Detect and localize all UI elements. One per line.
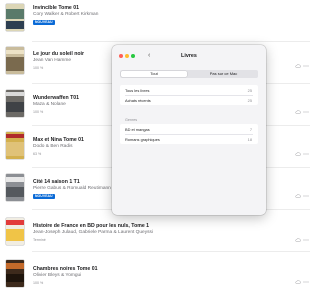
genre-label: Romans graphiques <box>125 137 160 142</box>
book-title[interactable]: Cité 14 saison 1 T1 <box>33 179 80 185</box>
new-badge: NOUVEAU <box>33 20 55 25</box>
book-cover[interactable] <box>6 47 24 74</box>
reading-progress: 100 % <box>33 66 44 70</box>
tab-pas-sur-ce-mac[interactable]: Pas sur ce Mac <box>190 71 257 77</box>
book-title[interactable]: Le jour du soleil noir <box>33 51 84 57</box>
genre-row-bd[interactable]: BD et mangas 7 <box>120 124 258 134</box>
genre-count: 18 <box>247 137 252 142</box>
book-cover[interactable] <box>6 218 24 245</box>
book-cover[interactable] <box>6 260 24 287</box>
book-author: Cory Walker & Robert Kirkman <box>33 12 99 17</box>
cloud-download-icon[interactable] <box>295 280 301 284</box>
new-badge: NOUVEAU <box>33 194 55 199</box>
more-dots-icon[interactable] <box>303 195 309 197</box>
collection-row-all[interactable]: Tous les livres 25 <box>120 85 258 95</box>
more-dots-icon[interactable] <box>303 281 309 283</box>
more-dots-icon[interactable] <box>303 65 309 67</box>
book-title[interactable]: Chambres noires Tome 01 <box>33 266 97 272</box>
reading-progress: 100 % <box>33 110 44 114</box>
book-cover[interactable] <box>6 4 24 31</box>
genres-header: Genres <box>125 118 138 122</box>
tab-tout[interactable]: Tout <box>121 71 187 77</box>
more-dots-icon[interactable] <box>303 111 309 113</box>
genre-row-romans[interactable]: Romans graphiques 18 <box>120 134 258 144</box>
collections-group: Tous les livres 25 Achats récents 25 <box>120 85 258 105</box>
library-filter-panel: ‹ Livres Tout Pas sur ce Mac Tous les li… <box>112 45 266 215</box>
book-author: Jean Van Hamme <box>33 58 72 63</box>
book-author: Olivier Bleys & Yomgui <box>33 273 82 278</box>
cloud-download-icon[interactable] <box>295 152 301 156</box>
panel-title: Livres <box>181 53 197 59</box>
cloud-download-icon[interactable] <box>295 110 301 114</box>
cloud-download-icon[interactable] <box>295 238 301 242</box>
book-cover[interactable] <box>6 174 24 201</box>
reading-progress: 100 % <box>33 281 44 285</box>
book-title[interactable]: Histoire de France en BD pour les nuls, … <box>33 223 149 229</box>
book-title[interactable]: Wunderwaffen T01 <box>33 95 79 101</box>
book-cover[interactable] <box>6 132 24 159</box>
collection-label: Tous les livres <box>125 88 150 93</box>
book-title[interactable]: Max et Nina Tome 01 <box>33 137 84 143</box>
genres-group: BD et mangas 7 Romans graphiques 18 <box>120 124 258 144</box>
book-row[interactable]: Chambres noires Tome 01 Olivier Bleys & … <box>0 252 314 300</box>
more-dots-icon[interactable] <box>303 239 309 241</box>
book-row[interactable]: Histoire de France en BD pour les nuls, … <box>0 210 314 252</box>
book-author: Maza & Nolane <box>33 102 66 107</box>
book-author: Jean-Joseph Julaud, Gabriele Parma & Lau… <box>33 230 153 235</box>
collection-count: 25 <box>247 88 252 93</box>
reading-progress: 63 % <box>33 152 42 156</box>
collection-label: Achats récents <box>125 98 151 103</box>
book-author: Dodo & Ben Radis <box>33 144 73 149</box>
collection-count: 25 <box>247 98 252 103</box>
more-dots-icon[interactable] <box>303 153 309 155</box>
genre-label: BD et mangas <box>125 127 150 132</box>
cloud-download-icon[interactable] <box>295 194 301 198</box>
book-cover[interactable] <box>6 90 24 117</box>
cloud-download-icon[interactable] <box>295 64 301 68</box>
filter-segmented-control: Tout Pas sur ce Mac <box>120 70 258 78</box>
reading-progress: Terminé <box>33 238 46 242</box>
collection-row-recent[interactable]: Achats récents 25 <box>120 95 258 105</box>
book-author: Pierre Gabus & Romuald Reutimann <box>33 186 111 191</box>
book-title[interactable]: Invincible Tome 01 <box>33 5 79 11</box>
genre-count: 7 <box>249 127 252 132</box>
book-row[interactable]: Invincible Tome 01 Cory Walker & Robert … <box>0 0 314 42</box>
